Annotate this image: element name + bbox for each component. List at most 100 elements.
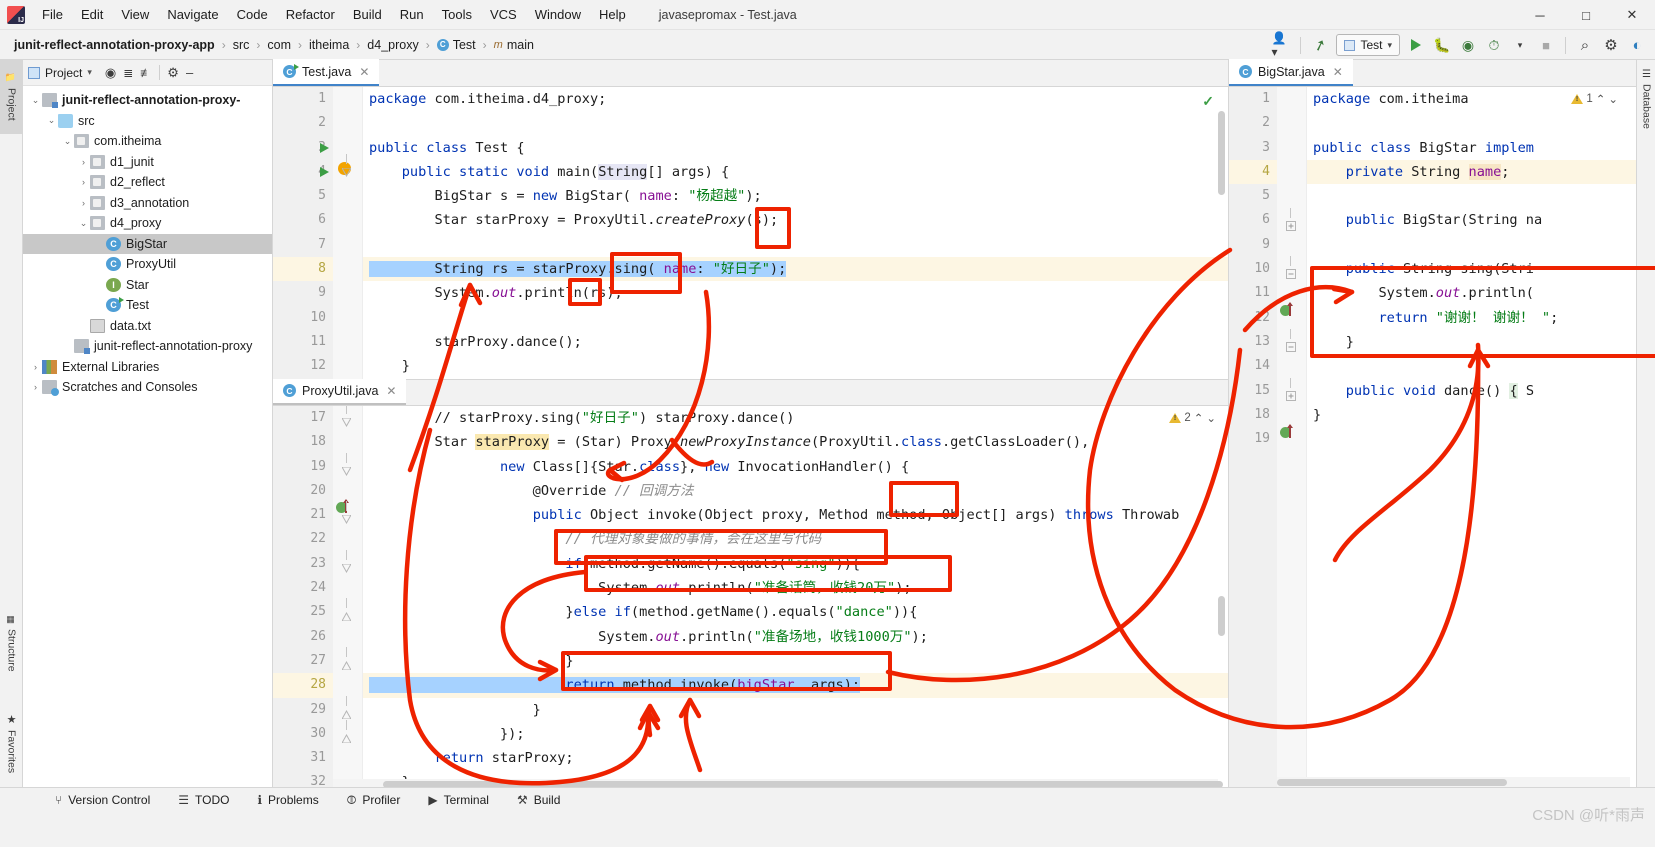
code-editor-bigstar[interactable]: 1 2 3 4 5 6 9 10 11 12 13 14 15 18 19 package com.ithe…	[1229, 87, 1636, 787]
code-line[interactable]: public Object invoke(Object proxy, Metho…	[363, 503, 1228, 527]
close-icon[interactable]: ✕	[359, 65, 369, 79]
tree-item-external-libraries[interactable]: › External Libraries	[23, 357, 272, 378]
menu-item-file[interactable]: File	[33, 3, 72, 26]
menu-item-edit[interactable]: Edit	[72, 3, 112, 26]
collapse-all-icon[interactable]: ≢	[140, 66, 152, 80]
menu-item-vcs[interactable]: VCS	[481, 3, 526, 26]
menu-item-view[interactable]: View	[112, 3, 158, 26]
chevron-right-icon[interactable]: ›	[77, 157, 90, 167]
build-hammer-icon[interactable]: ➚	[1308, 32, 1334, 58]
chevron-down-icon[interactable]: ⌄	[45, 115, 58, 126]
run-icon[interactable]	[1406, 35, 1426, 55]
close-icon[interactable]: ✕	[1333, 65, 1343, 79]
fold-marker[interactable]	[341, 647, 352, 671]
chevron-down-icon[interactable]: ▾	[1510, 35, 1530, 55]
inspection-warning-count[interactable]: 2 ⌃ ⌄	[1169, 411, 1216, 425]
prev-warning-icon[interactable]: ⌃	[1596, 92, 1606, 106]
editor-scrollbar-horizontal[interactable]	[1277, 777, 1630, 787]
chevron-down-icon[interactable]: ⌄	[77, 218, 90, 229]
menu-item-code[interactable]: Code	[228, 3, 277, 26]
menu-item-run[interactable]: Run	[391, 3, 433, 26]
tree-item-d2-reflect[interactable]: › d2_reflect	[23, 172, 272, 193]
tab-test-java[interactable]: C Test.java ✕	[273, 59, 380, 86]
fold-marker[interactable]	[341, 695, 352, 720]
chevron-down-icon[interactable]: ⌄	[61, 136, 74, 147]
code-line[interactable]: public class BigStar implem	[1307, 136, 1636, 160]
code-line[interactable]: return "谢谢！ 谢谢！ ";	[1307, 306, 1636, 330]
code-line[interactable]: BigStar s = new BigStar( name: "杨超越");	[363, 184, 1228, 208]
code-line[interactable]	[363, 306, 1228, 330]
editor-scrollbar-vertical[interactable]	[1217, 111, 1226, 231]
code-line[interactable]	[1307, 233, 1636, 257]
breadcrumb-item-src[interactable]: src	[233, 38, 250, 52]
menu-item-window[interactable]: Window	[526, 3, 590, 26]
code-line[interactable]: starProxy.dance();	[363, 330, 1228, 354]
code-line[interactable]: String rs = starProxy.sing( name: "好日子")…	[363, 257, 1228, 282]
tree-item-scratches-and-consoles[interactable]: › Scratches and Consoles	[23, 377, 272, 398]
inspections-ok-icon[interactable]: ✓	[1202, 93, 1214, 110]
fold-marker[interactable]	[341, 452, 352, 476]
sidebar-item-project[interactable]: 📁 Project	[0, 60, 23, 134]
breadcrumb-item-d4-proxy[interactable]: d4_proxy	[367, 38, 418, 52]
tab-bigstar-java[interactable]: C BigStar.java ✕	[1229, 59, 1353, 86]
tree-item-d3-annotation[interactable]: › d3_annotation	[23, 193, 272, 214]
fold-marker[interactable]	[341, 406, 352, 428]
next-warning-icon[interactable]: ⌄	[1608, 92, 1618, 106]
code-editor-test[interactable]: 1 2 3 4 5 6 7 8 9 10 11 12 package com.itheima.d4_p…	[273, 87, 1228, 379]
code-lines-proxyutil[interactable]: // starProxy.sing("好日子") starProxy.dance…	[363, 406, 1228, 789]
code-line[interactable]: new Class[]{Star.class}, new InvocationH…	[363, 455, 1228, 479]
menu-item-tools[interactable]: Tools	[433, 3, 481, 26]
search-everywhere-icon[interactable]: ⌕	[1575, 35, 1595, 55]
code-line[interactable]: public BigStar(String na	[1307, 208, 1636, 232]
fold-gutter[interactable]	[333, 87, 363, 379]
tab-proxyutil-java[interactable]: C ProxyUtil.java ✕	[273, 378, 407, 405]
override-method-icon[interactable]	[1280, 424, 1293, 439]
run-gutter-icon[interactable]	[320, 166, 329, 177]
stop-icon[interactable]: ■	[1536, 35, 1556, 55]
code-line[interactable]: System.out.println("准备场地，收钱1000万");	[363, 625, 1228, 649]
tree-item-bigstar[interactable]: ›CBigStar	[23, 233, 272, 254]
locate-file-icon[interactable]: ◉	[105, 65, 116, 81]
next-warning-icon[interactable]: ⌄	[1206, 411, 1216, 425]
status-bar-item-problems[interactable]: ℹ Problems	[257, 793, 318, 807]
chevron-right-icon[interactable]: ›	[77, 177, 90, 187]
close-icon[interactable]: ✕	[386, 384, 396, 398]
tree-item-data.txt[interactable]: ›data.txt	[23, 316, 272, 337]
breadcrumb-item-junit-reflect-annotation-proxy-app[interactable]: junit-reflect-annotation-proxy-app	[14, 38, 215, 52]
fold-marker[interactable]	[1286, 377, 1296, 401]
debug-bug-icon[interactable]: 🐛	[1432, 35, 1452, 55]
status-bar-item-terminal[interactable]: ▶ Terminal	[428, 793, 489, 807]
status-bar-item-todo[interactable]: ☰ TODO	[178, 793, 229, 807]
code-line[interactable]: Star starProxy = (Star) Proxy.newProxyIn…	[363, 430, 1228, 454]
close-icon[interactable]: ✕	[1609, 0, 1655, 30]
inspection-warning-count[interactable]: 1 ⌃ ⌄	[1571, 92, 1618, 106]
code-line[interactable]: System.out.println("准备话筒，收钱20万");	[363, 576, 1228, 600]
maximize-icon[interactable]: □	[1563, 0, 1609, 30]
tree-item-com.itheima[interactable]: ⌄ com.itheima	[23, 131, 272, 152]
fold-marker[interactable]	[341, 154, 352, 178]
chevron-right-icon[interactable]: ›	[77, 198, 90, 208]
code-line[interactable]: public void dance() { S	[1307, 379, 1636, 403]
tree-item-star[interactable]: ›IStar	[23, 275, 272, 296]
expand-all-icon[interactable]: ≣	[123, 66, 133, 80]
tree-item-d4-proxy[interactable]: ⌄ d4_proxy	[23, 213, 272, 234]
code-line[interactable]: if(method.getName().equals("sing")){	[363, 552, 1228, 576]
code-line[interactable]	[1307, 427, 1636, 451]
chevron-down-icon[interactable]: ▾	[87, 67, 92, 78]
code-line[interactable]: }	[1307, 330, 1636, 354]
code-line[interactable]	[363, 111, 1228, 135]
code-line[interactable]: }else if(method.getName().equals("dance"…	[363, 600, 1228, 624]
menu-item-help[interactable]: Help	[590, 3, 635, 26]
run-with-coverage-icon[interactable]: ◉	[1458, 35, 1478, 55]
chevron-right-icon[interactable]: ›	[29, 362, 42, 372]
code-line[interactable]: // starProxy.sing("好日子") starProxy.dance…	[363, 406, 1228, 430]
code-line[interactable]: }	[363, 698, 1228, 722]
code-line[interactable]	[363, 233, 1228, 257]
code-line[interactable]	[1307, 354, 1636, 378]
code-line[interactable]: System.out.println(rs);	[363, 281, 1228, 305]
settings-gear-icon[interactable]: ⚙	[1601, 35, 1621, 55]
tree-item-junit-reflect-annotation-proxy-[interactable]: ⌄ junit-reflect-annotation-proxy-	[23, 90, 272, 111]
run-gutter-icon[interactable]	[320, 142, 329, 153]
chevron-down-icon[interactable]: ⌄	[29, 95, 42, 106]
sidebar-item-favorites[interactable]: ★ Favorites	[0, 700, 23, 786]
